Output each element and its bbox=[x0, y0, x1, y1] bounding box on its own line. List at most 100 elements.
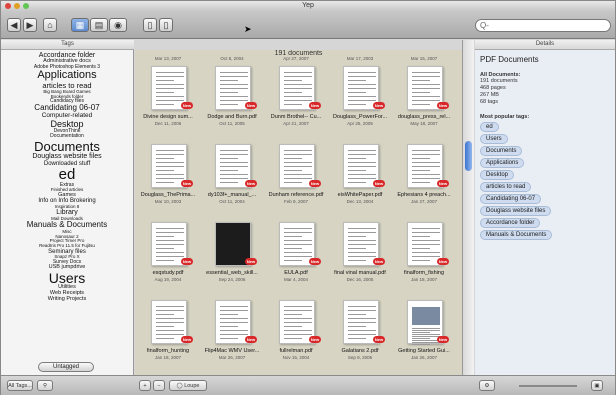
text-line bbox=[412, 88, 440, 89]
text-line bbox=[412, 336, 440, 337]
document-date: Nov 15, 2004 bbox=[282, 355, 310, 360]
tag-item[interactable]: ed bbox=[1, 167, 133, 183]
document-stats: 191 documents 468 pages 267 MB 68 tags bbox=[480, 78, 610, 107]
text-line bbox=[220, 154, 248, 155]
popular-tag[interactable]: articles to read bbox=[480, 181, 532, 192]
document-item[interactable]: New Douglass_PowerFor... Apr 25, 2005 bbox=[329, 62, 391, 128]
text-line bbox=[348, 232, 376, 233]
document-date: Mar 10, 2003 bbox=[154, 199, 182, 204]
columns-icon[interactable]: ▯ bbox=[143, 18, 157, 32]
all-tags-button[interactable]: All Tags... bbox=[7, 380, 33, 391]
grid-view-icon[interactable]: ▦ bbox=[71, 18, 89, 32]
text-line bbox=[156, 92, 174, 93]
document-item[interactable]: New esqstudy.pdf Aug 19, 2004 bbox=[137, 218, 199, 284]
document-item[interactable]: New fullrelman.pdf Nov 15, 2004 bbox=[265, 296, 327, 362]
text-line bbox=[348, 256, 376, 257]
home-icon[interactable]: ⌂ bbox=[43, 18, 57, 32]
text-line bbox=[412, 166, 440, 167]
document-item[interactable]: New essential_web_skill... Sep 24, 2006 bbox=[201, 218, 263, 284]
text-line bbox=[348, 306, 376, 307]
new-badge: New bbox=[373, 258, 385, 265]
text-line bbox=[284, 338, 302, 339]
popular-tag[interactable]: Applications bbox=[480, 157, 525, 168]
remove-button[interactable]: − bbox=[153, 380, 165, 391]
document-item[interactable]: New EULA.pdf Mar 4, 2004 bbox=[265, 218, 327, 284]
text-line bbox=[156, 322, 184, 323]
tag-item[interactable]: Documents bbox=[1, 139, 133, 154]
popular-tag[interactable]: ed bbox=[480, 121, 499, 132]
add-button[interactable]: + bbox=[139, 380, 151, 391]
document-item[interactable]: New Dodge and Burn.pdf Oct 11, 2005 bbox=[201, 62, 263, 128]
text-line bbox=[156, 72, 184, 73]
document-item[interactable]: New dy103f+_manual_... Oct 11, 2004 bbox=[201, 140, 263, 206]
circle-view-icon[interactable]: ◉ bbox=[109, 18, 127, 32]
document-name: Dunham reference.pdf bbox=[268, 192, 324, 198]
text-line bbox=[220, 72, 248, 73]
text-line bbox=[412, 182, 430, 183]
popular-tag[interactable]: Desktop bbox=[480, 169, 515, 180]
document-item[interactable]: New Dunham reference.pdf Feb 9, 2007 bbox=[265, 140, 327, 206]
document-item[interactable]: New douglass_press_rel... May 18, 2007 bbox=[393, 62, 455, 128]
text-line bbox=[348, 236, 366, 237]
text-line bbox=[156, 170, 174, 171]
document-item[interactable]: New final vinal manual.pdf Dec 16, 2005 bbox=[329, 218, 391, 284]
loupe-button[interactable]: ◯ Loupe bbox=[169, 380, 207, 391]
forward-arrow-icon[interactable]: ▶ bbox=[23, 18, 37, 32]
popular-tag[interactable]: Users bbox=[480, 133, 508, 144]
zoom-slider[interactable] bbox=[519, 385, 577, 387]
list-view-icon[interactable]: ▤ bbox=[90, 18, 108, 32]
tag-item[interactable]: Users bbox=[1, 271, 133, 286]
sidebar-icon[interactable]: ▯ bbox=[159, 18, 173, 32]
scroll-thumb[interactable] bbox=[465, 141, 472, 171]
document-name: finalform_hunting bbox=[146, 348, 190, 354]
details-header: Details bbox=[475, 40, 615, 50]
document-item[interactable]: New Getting Started Gui... Jan 26, 2007 bbox=[393, 296, 455, 362]
popular-tag[interactable]: Accordance folder bbox=[480, 217, 541, 228]
text-line bbox=[284, 174, 312, 175]
document-name: dy103f+_manual_... bbox=[207, 192, 257, 198]
text-line bbox=[156, 228, 184, 229]
document-item[interactable]: New Divine design sum... Dec 11, 2006 bbox=[137, 62, 199, 128]
document-name: essential_web_skill... bbox=[206, 270, 258, 276]
search-input[interactable]: Q- bbox=[480, 20, 489, 32]
document-item[interactable]: New finalform_hunting Jan 18, 2007 bbox=[137, 296, 199, 362]
text-line bbox=[284, 310, 312, 311]
zoom-icon[interactable]: ▣ bbox=[591, 380, 603, 391]
document-name: EULA.pdf bbox=[284, 270, 308, 276]
document-date: Mar 17, 2003 bbox=[346, 56, 374, 61]
text-line bbox=[284, 178, 312, 179]
details-title: PDF Documents bbox=[480, 55, 539, 64]
tag-item[interactable]: Writing Projects bbox=[1, 296, 133, 303]
popular-tag[interactable]: Manuals & Documents bbox=[480, 229, 553, 240]
text-line bbox=[348, 92, 366, 93]
search-field[interactable]: Q- bbox=[475, 19, 611, 32]
back-arrow-icon[interactable]: ◀ bbox=[7, 18, 21, 32]
gear-icon[interactable]: ⚙ bbox=[479, 380, 495, 391]
document-item[interactable]: New Galatians 2.pdf Sep 9, 2006 bbox=[329, 296, 391, 362]
document-item[interactable]: New Ephesians 4 preach... Jan 27, 2007 bbox=[393, 140, 455, 206]
popular-tag[interactable]: Documents bbox=[480, 145, 523, 156]
tag-search-icon[interactable]: ⚲ bbox=[37, 380, 53, 391]
document-item[interactable]: New Flip4Mac WMV User... Mar 26, 2007 bbox=[201, 296, 263, 362]
text-line bbox=[284, 92, 302, 93]
document-item[interactable]: New Douglass_ThePrima... Mar 10, 2003 bbox=[137, 140, 199, 206]
text-line bbox=[348, 248, 366, 249]
text-line bbox=[220, 178, 248, 179]
document-item[interactable]: New Dunm Brothel-- Cu... Apr 21, 2007 bbox=[265, 62, 327, 128]
document-item[interactable]: New finalform_fishing Jan 18, 2007 bbox=[393, 218, 455, 284]
text-line bbox=[156, 182, 174, 183]
document-item[interactable]: New eisWhitePaper.pdf Dec 13, 2004 bbox=[329, 140, 391, 206]
document-date: Mar 26, 2007 bbox=[218, 355, 246, 360]
new-badge: New bbox=[437, 102, 449, 109]
text-line bbox=[156, 88, 184, 89]
grid-scrollbar[interactable] bbox=[462, 40, 474, 375]
text-line bbox=[284, 236, 302, 237]
loupe-icon: ◯ bbox=[176, 383, 183, 389]
untagged-button[interactable]: Untagged bbox=[38, 362, 94, 372]
popular-tag[interactable]: Douglass website files bbox=[480, 205, 552, 216]
document-name: Dodge and Burn.pdf bbox=[207, 114, 257, 120]
popular-tag[interactable]: Candidating 06-07 bbox=[480, 193, 542, 204]
tag-item[interactable]: Douglass website files bbox=[1, 153, 133, 160]
text-line bbox=[156, 330, 184, 331]
text-line bbox=[348, 322, 376, 323]
